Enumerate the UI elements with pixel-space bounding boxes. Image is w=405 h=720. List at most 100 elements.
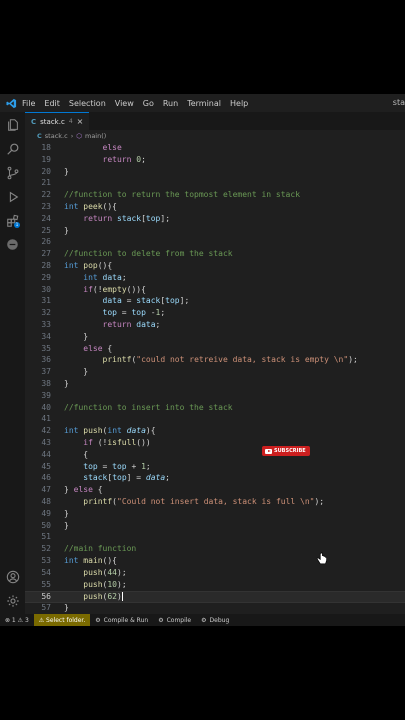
subscribe-label: SUBSCRIBE xyxy=(274,448,306,454)
code-line[interactable]: 31 data = stack[top]; xyxy=(25,296,405,308)
line-number: 30 xyxy=(41,284,51,294)
breadcrumb: C stack.c › ⬡ main() xyxy=(25,130,405,142)
line-number: 40 xyxy=(41,402,51,412)
code-line[interactable]: 45 top = top + 1; xyxy=(25,462,405,474)
menu-run[interactable]: Run xyxy=(163,99,178,108)
code-text: if (!isfull()) xyxy=(83,438,151,447)
code-line[interactable]: 52 //main function xyxy=(25,544,405,556)
code-line[interactable]: 37 } xyxy=(25,367,405,379)
menu-view[interactable]: View xyxy=(115,99,134,108)
compile-button[interactable]: ⚙ Compile xyxy=(153,614,196,626)
compile-run-button[interactable]: ⚙ Compile & Run xyxy=(90,614,153,626)
code-line[interactable]: 51 xyxy=(25,532,405,544)
line-number: 43 xyxy=(41,438,51,447)
menu-help[interactable]: Help xyxy=(230,99,248,108)
line-number: 57 xyxy=(41,603,51,613)
problems-indicator[interactable]: ⊗ 1 ⚠ 3 xyxy=(0,614,34,626)
code-text: if(!empty()){ xyxy=(83,284,146,294)
menu-terminal[interactable]: Terminal xyxy=(187,99,221,108)
line-number: 50 xyxy=(41,520,51,530)
code-line[interactable]: 48 printf("Could not insert data, stack … xyxy=(25,497,405,509)
code-line[interactable]: 25} xyxy=(25,226,405,238)
settings-gear-icon[interactable] xyxy=(4,592,21,609)
code-text: } xyxy=(64,379,69,388)
line-number: 19 xyxy=(41,154,51,164)
debug-button[interactable]: ⚙ Debug xyxy=(196,614,234,626)
code-text: int main(){ xyxy=(64,556,117,565)
line-number: 25 xyxy=(41,225,51,235)
code-line[interactable]: 33 return data; xyxy=(25,320,405,332)
code-line[interactable]: 41 xyxy=(25,414,405,426)
function-symbol-icon: ⬡ xyxy=(76,132,82,140)
code-line[interactable]: 36 printf("could not retreive data, stac… xyxy=(25,355,405,367)
code-editor[interactable]: 18 else 19 return 0; 20} 21 22//function to … xyxy=(25,142,405,614)
code-line[interactable]: 20} xyxy=(25,167,405,179)
line-number: 35 xyxy=(41,343,51,353)
menu-file[interactable]: File xyxy=(22,99,35,108)
breadcrumb-symbol[interactable]: main() xyxy=(85,132,106,140)
line-number: 42 xyxy=(41,426,51,436)
line-number: 37 xyxy=(41,367,51,377)
code-line[interactable]: 32 top = top -1; xyxy=(25,308,405,320)
line-number: 34 xyxy=(41,331,51,341)
line-number: 20 xyxy=(41,166,51,176)
code-line[interactable]: 27 //function to delete from the stack xyxy=(25,249,405,261)
code-text: int peek(){ xyxy=(64,202,117,211)
source-control-icon[interactable] xyxy=(4,164,21,181)
code-line[interactable]: 42 int push(int data){ xyxy=(25,426,405,438)
code-line[interactable]: 39 xyxy=(25,391,405,403)
code-line[interactable]: 56 push(62) xyxy=(25,591,405,604)
code-line[interactable]: 29 int data; xyxy=(25,273,405,285)
subscribe-button[interactable]: SUBSCRIBE xyxy=(262,446,310,456)
code-line[interactable]: 38} xyxy=(25,379,405,391)
breadcrumb-file[interactable]: stack.c xyxy=(45,132,68,140)
menu-edit[interactable]: Edit xyxy=(44,99,60,108)
remote-icon[interactable] xyxy=(4,236,21,253)
code-line[interactable]: 55 push(10); xyxy=(25,580,405,592)
code-line[interactable]: 35 else { xyxy=(25,344,405,356)
code-line[interactable]: 24 return stack[top]; xyxy=(25,214,405,226)
window-title: sta xyxy=(392,98,405,107)
code-line[interactable]: 43 if (!isfull()) xyxy=(25,438,405,450)
code-text: //function to delete from the stack xyxy=(64,249,233,259)
menu-go[interactable]: Go xyxy=(143,99,154,108)
account-icon[interactable] xyxy=(4,568,21,585)
run-debug-icon[interactable] xyxy=(4,188,21,205)
code-line[interactable]: 54 push(44); xyxy=(25,568,405,580)
code-line[interactable]: 21 xyxy=(25,178,405,190)
code-line[interactable]: 23 int peek(){ xyxy=(25,202,405,214)
tab-stack-c[interactable]: C stack.c 4 × xyxy=(25,112,89,130)
code-line[interactable]: 47} else { xyxy=(25,485,405,497)
code-line[interactable]: 28 int pop(){ xyxy=(25,261,405,273)
status-bar: ⊗ 1 ⚠ 3 ⚠ Select folder. ⚙ Compile & Run… xyxy=(0,614,405,626)
vscode-logo-icon xyxy=(0,98,22,109)
code-line[interactable]: 34 } xyxy=(25,332,405,344)
search-icon[interactable] xyxy=(4,140,21,157)
line-number: 28 xyxy=(41,261,51,270)
code-text: return stack[top]; xyxy=(83,213,171,223)
code-line[interactable]: 22 //function to return the topmost eleme… xyxy=(25,190,405,202)
extensions-icon[interactable]: 1 xyxy=(4,212,21,229)
code-line[interactable]: 50} xyxy=(25,521,405,533)
close-icon[interactable]: × xyxy=(77,117,84,126)
code-text: stack[top] = data; xyxy=(83,473,170,483)
code-text: else { xyxy=(83,343,113,353)
breadcrumb-separator: › xyxy=(70,132,74,140)
code-line[interactable]: 26 xyxy=(25,237,405,249)
explorer-icon[interactable] xyxy=(4,116,21,133)
code-line[interactable]: 30 if(!empty()){ xyxy=(25,285,405,297)
code-line[interactable]: 18 else xyxy=(25,143,405,155)
code-line[interactable]: 44 { xyxy=(25,450,405,462)
code-line[interactable]: 53 int main(){ xyxy=(25,556,405,568)
line-number: 22 xyxy=(41,190,51,200)
line-number: 41 xyxy=(41,414,51,424)
line-number: 49 xyxy=(41,508,51,518)
menu-selection[interactable]: Selection xyxy=(69,99,106,108)
code-line[interactable]: 19 return 0; xyxy=(25,155,405,167)
code-line[interactable]: 49} xyxy=(25,509,405,521)
code-text: } xyxy=(64,331,89,341)
code-line[interactable]: 40 //function to insert into the stack xyxy=(25,403,405,415)
line-number: 53 xyxy=(41,556,51,565)
select-folder-button[interactable]: ⚠ Select folder. xyxy=(33,614,91,626)
code-line[interactable]: 46 stack[top] = data; xyxy=(25,473,405,485)
